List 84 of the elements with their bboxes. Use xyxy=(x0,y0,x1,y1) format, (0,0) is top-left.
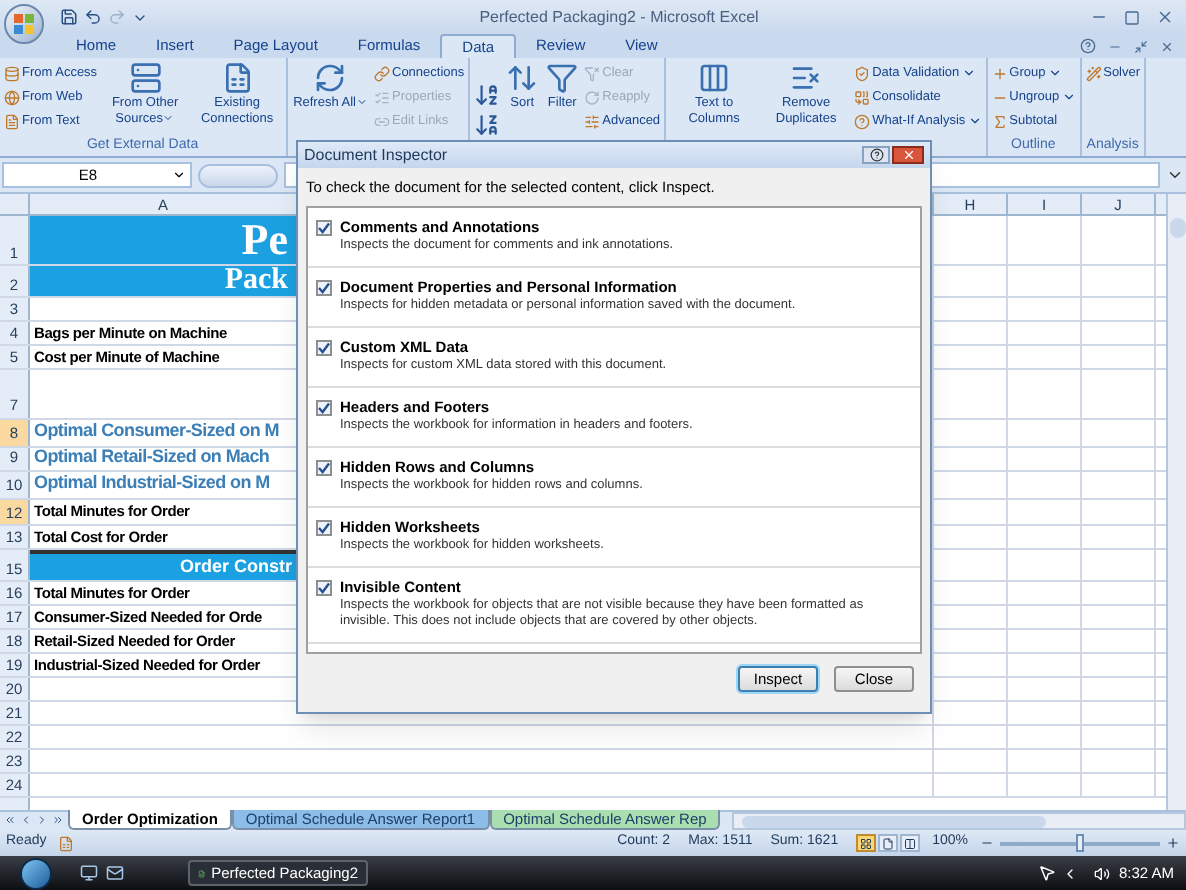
view-button[interactable] xyxy=(856,834,877,852)
shield-icon xyxy=(854,65,871,81)
close-icon[interactable] xyxy=(1156,8,1174,26)
save-icon[interactable] xyxy=(60,8,78,26)
zoom-out-icon[interactable] xyxy=(980,836,994,850)
spreadsheet-icon xyxy=(221,62,254,94)
office-button[interactable] xyxy=(4,3,44,43)
help-button[interactable] xyxy=(862,146,890,164)
sigma-icon xyxy=(991,113,1008,129)
check-icon xyxy=(318,222,330,235)
spreadsheet-icon xyxy=(198,865,206,881)
cell-text: Pe xyxy=(241,218,288,263)
wand-icon xyxy=(1085,65,1102,81)
checkbox[interactable] xyxy=(316,520,332,537)
caret-icon xyxy=(961,66,976,80)
checkbox[interactable] xyxy=(316,400,332,417)
volume-icon[interactable] xyxy=(1094,865,1111,881)
view-button[interactable] xyxy=(900,834,921,852)
check-icon xyxy=(318,402,330,415)
help-icon[interactable] xyxy=(1080,38,1096,54)
columns-icon xyxy=(698,62,731,94)
columns-icon xyxy=(904,837,917,849)
help-icon xyxy=(869,148,883,162)
checkbox[interactable] xyxy=(316,340,332,357)
checkbox[interactable] xyxy=(316,580,332,597)
cell-text: Order Constr xyxy=(179,553,292,580)
combine-icon xyxy=(854,89,871,105)
link-icon xyxy=(374,65,390,81)
pointer-icon xyxy=(1038,864,1057,882)
grid-icon xyxy=(860,837,873,849)
sort-ascending-icon[interactable] xyxy=(474,81,501,107)
caret-icon xyxy=(356,96,368,109)
last-sheet-icon[interactable] xyxy=(52,814,64,826)
cell-text: Optimal Consumer-Sized on M xyxy=(32,418,279,445)
database-icon xyxy=(4,65,20,81)
page-icon xyxy=(882,837,895,849)
checklist-icon xyxy=(374,89,390,105)
mail-icon[interactable] xyxy=(106,864,124,882)
start-button[interactable] xyxy=(20,857,52,889)
check-icon xyxy=(318,582,330,595)
sort-icon xyxy=(506,62,539,94)
sliders-icon xyxy=(584,113,601,129)
dialog-title: Document Inspector xyxy=(304,143,450,167)
checkbox[interactable] xyxy=(316,460,332,477)
slider-thumb[interactable] xyxy=(1076,833,1084,851)
check-icon xyxy=(318,522,330,535)
cell-text: Pack xyxy=(224,266,288,297)
document-icon xyxy=(4,113,20,129)
maximize-icon[interactable] xyxy=(1124,9,1140,25)
funnel-icon xyxy=(546,62,579,94)
zoom-in-icon[interactable] xyxy=(1166,836,1180,850)
sort-descending-icon[interactable] xyxy=(474,111,501,137)
check-icon xyxy=(318,462,330,475)
close-button[interactable] xyxy=(892,146,924,164)
checkbox[interactable] xyxy=(316,280,332,297)
server-icon xyxy=(129,62,162,94)
caret-icon xyxy=(162,112,175,125)
cell-text: Optimal Industrial-Sized on M xyxy=(32,470,270,497)
check-icon xyxy=(318,342,330,355)
first-sheet-icon[interactable] xyxy=(4,814,16,826)
expand-icon[interactable] xyxy=(1166,166,1184,184)
desktop-icon[interactable] xyxy=(80,864,98,882)
macro-icon[interactable] xyxy=(58,835,75,851)
link-icon xyxy=(374,113,390,129)
plus-icon xyxy=(991,65,1008,81)
check-icon xyxy=(318,282,330,295)
checkbox[interactable] xyxy=(316,220,332,237)
office-logo-icon xyxy=(14,13,34,33)
funnel-icon xyxy=(584,65,601,81)
rotate-icon xyxy=(584,89,601,105)
globe-icon xyxy=(4,89,20,105)
window-title: Perfected Packaging2 - Microsoft Excel xyxy=(477,5,761,29)
horizontal-scrollbar[interactable] xyxy=(732,812,1186,830)
refresh-icon xyxy=(314,62,347,94)
dropdown-icon xyxy=(172,168,186,182)
close-icon[interactable] xyxy=(1160,39,1174,53)
close-icon xyxy=(901,148,915,162)
restore-icon[interactable] xyxy=(1134,39,1148,53)
vertical-scrollbar[interactable] xyxy=(1166,194,1186,810)
list-icon xyxy=(790,62,823,94)
help-icon xyxy=(854,113,871,129)
caret-icon xyxy=(967,114,982,128)
cell-text: Optimal Retail-Sized on Mach xyxy=(32,444,270,471)
undo-icon[interactable] xyxy=(84,8,102,26)
